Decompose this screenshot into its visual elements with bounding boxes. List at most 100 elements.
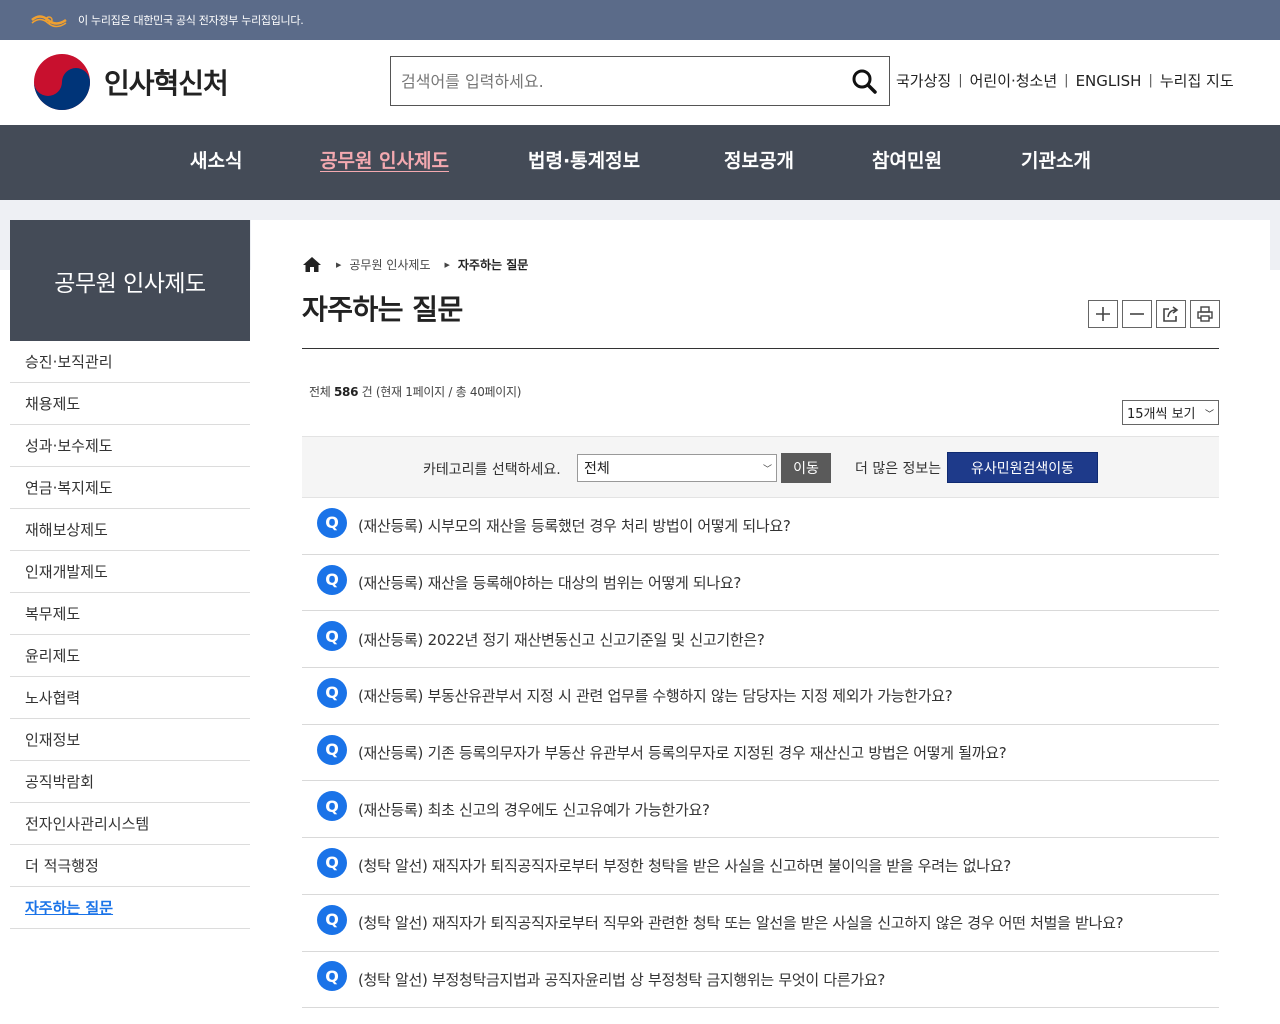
util-link-national-symbol[interactable]: 국가상징	[896, 70, 951, 91]
print-button[interactable]	[1190, 300, 1220, 328]
sidebar-item-proactive-admin[interactable]: 더 적극행정	[10, 845, 250, 887]
faq-question: (재산등록) 최초 신고의 경우에도 신고유예가 가능한가요?	[358, 800, 710, 819]
faq-question: (청탁 알선) 재직자가 퇴직공직자로부터 부정한 청탁을 받은 사실을 신고하…	[358, 857, 1011, 876]
faq-list: Q (재산등록) 시부모의 재산을 등록했던 경우 처리 방법이 어떻게 되나요?…	[302, 498, 1219, 1009]
util-link-sitemap[interactable]: 누리집 지도	[1160, 70, 1234, 91]
divider: |	[1148, 73, 1153, 88]
question-badge: Q	[317, 677, 347, 708]
search-icon	[852, 69, 877, 94]
question-badge: Q	[317, 961, 347, 992]
gnb-item-about[interactable]: 기관소개	[1021, 125, 1091, 200]
question-badge: Q	[317, 904, 347, 935]
question-badge: Q	[317, 621, 347, 652]
minus-icon	[1130, 313, 1144, 315]
question-badge: Q	[317, 847, 347, 878]
question-badge: Q	[317, 507, 347, 538]
gnb-item-info-disclosure[interactable]: 정보공개	[724, 125, 794, 200]
go-button[interactable]: 이동	[781, 453, 831, 483]
gov-banner: 이 누리집은 대한민국 공식 전자정부 누리집입니다.	[0, 0, 1280, 40]
main-content: ▶ 공무원 인사제도 ▶ 자주하는 질문 자주하는 질문 전체 586 건 (현…	[251, 220, 1270, 1024]
count-total: 586	[334, 385, 359, 399]
page-title: 자주하는 질문	[302, 293, 463, 326]
category-select[interactable]: 전체 ﹀	[577, 454, 777, 482]
government-symbol-icon	[31, 15, 67, 28]
faq-item[interactable]: Q (재산등록) 최초 신고의 경우에도 신고유예가 가능한가요?	[302, 781, 1219, 839]
count-prefix: 전체	[309, 385, 334, 399]
sidebar-item-labor-relations[interactable]: 노사협력	[10, 677, 250, 719]
util-link-english[interactable]: ENGLISH	[1076, 72, 1142, 90]
breadcrumb: ▶ 공무원 인사제도 ▶ 자주하는 질문	[302, 256, 528, 273]
per-page-select[interactable]: 15개씩 보기 ﹀	[1122, 400, 1219, 425]
faq-item[interactable]: Q (재산등록) 부동산유관부서 지정 시 관련 업무를 수행하지 않는 담당자는…	[302, 668, 1219, 725]
site-header: 인사혁신처 국가상징 | 어린이·청소년 | ENGLISH | 누리집 지도	[0, 40, 1280, 125]
category-selected-value: 전체	[584, 461, 610, 477]
site-logo[interactable]: 인사혁신처	[32, 52, 229, 112]
result-count: 전체 586 건 (현재 1페이지 / 총 40페이지)	[309, 383, 521, 400]
divider: |	[1064, 73, 1069, 88]
faq-question: (청탁 알선) 부정청탁금지법과 공직자윤리법 상 부정청탁 금지행위는 무엇이…	[358, 970, 886, 989]
logo-text: 인사혁신처	[104, 67, 229, 100]
gnb-item-law-statistics[interactable]: 법령·통계정보	[528, 125, 640, 200]
faq-item[interactable]: Q (재산등록) 재산을 등록해야하는 대상의 범위는 어떻게 되나요?	[302, 555, 1219, 612]
gov-banner-text: 이 누리집은 대한민국 공식 전자정부 누리집입니다.	[78, 14, 304, 27]
chevron-down-icon: ﹀	[1204, 410, 1214, 420]
faq-item[interactable]: Q (청탁 알선) 재직자가 퇴직공직자로부터 부정한 청탁을 받은 사실을 신고…	[302, 838, 1219, 895]
sidebar-item-e-hr-system[interactable]: 전자인사관리시스템	[10, 803, 250, 845]
faq-question: (재산등록) 부동산유관부서 지정 시 관련 업무를 수행하지 않는 담당자는 …	[358, 687, 953, 706]
utility-links: 국가상징 | 어린이·청소년 | ENGLISH | 누리집 지도	[896, 70, 1234, 91]
sidebar-item-faq[interactable]: 자주하는 질문	[10, 887, 250, 929]
sidebar-item-talent-info[interactable]: 인재정보	[10, 719, 250, 761]
faq-item[interactable]: Q (재산등록) 시부모의 재산을 등록했던 경우 처리 방법이 어떻게 되나요?	[302, 498, 1219, 555]
sidebar-item-promotion[interactable]: 승진·보직관리	[10, 341, 250, 383]
gnb-item-participation[interactable]: 참여민원	[872, 125, 942, 200]
plus-icon	[1096, 307, 1110, 321]
print-icon	[1197, 306, 1213, 322]
divider: |	[958, 73, 963, 88]
faq-question: (재산등록) 2022년 정기 재산변동신고 신고기준일 및 신고기한은?	[358, 630, 765, 649]
zoom-in-button[interactable]	[1088, 300, 1118, 328]
search-box	[390, 56, 890, 106]
category-filter: 카테고리를 선택하세요. 전체 ﹀ 이동 더 많은 정보는 유사민원검색이동	[302, 436, 1219, 498]
share-button[interactable]	[1156, 300, 1186, 328]
zoom-out-button[interactable]	[1122, 300, 1152, 328]
taegeuk-logo-icon	[34, 54, 90, 110]
faq-item[interactable]: Q (재산등록) 기존 등록의무자가 부동산 유관부서 등록의무자로 지정된 경우…	[302, 725, 1219, 782]
search-input[interactable]	[391, 57, 839, 105]
breadcrumb-arrow-icon: ▶	[336, 260, 342, 269]
question-badge: Q	[317, 564, 347, 595]
home-icon[interactable]	[302, 256, 322, 273]
sidebar-item-accident-compensation[interactable]: 재해보상제도	[10, 509, 250, 551]
sidebar: 공무원 인사제도 승진·보직관리 채용제도 성과·보수제도 연금·복지제도 재해…	[10, 220, 250, 1024]
sidebar-item-talent-development[interactable]: 인재개발제도	[10, 551, 250, 593]
sidebar-item-pension-welfare[interactable]: 연금·복지제도	[10, 467, 250, 509]
search-button[interactable]	[839, 57, 889, 105]
question-badge: Q	[317, 791, 347, 822]
gnb-item-personnel-system[interactable]: 공무원 인사제도	[320, 125, 449, 200]
similar-complaint-search-button[interactable]: 유사민원검색이동	[947, 452, 1098, 483]
breadcrumb-current: 자주하는 질문	[457, 258, 529, 272]
per-page-value: 15개씩 보기	[1127, 407, 1196, 422]
sidebar-item-job-fair[interactable]: 공직박람회	[10, 761, 250, 803]
sidebar-item-performance-pay[interactable]: 성과·보수제도	[10, 425, 250, 467]
more-info-label: 더 많은 정보는	[855, 461, 942, 477]
faq-item[interactable]: Q (청탁 알선) 재직자가 퇴직공직자로부터 직무와 관련한 청탁 또는 알선을…	[302, 895, 1219, 952]
breadcrumb-arrow-icon: ▶	[444, 260, 450, 269]
count-suffix: 건 (현재 1페이지 / 총 40페이지)	[358, 385, 522, 399]
sidebar-menu: 승진·보직관리 채용제도 성과·보수제도 연금·복지제도 재해보상제도 인재개발…	[10, 341, 250, 929]
sidebar-title: 공무원 인사제도	[10, 220, 250, 341]
faq-item[interactable]: Q (청탁 알선) 부정청탁금지법과 공직자윤리법 상 부정청탁 금지행위는 무엇…	[302, 952, 1219, 1009]
faq-question: (재산등록) 재산을 등록해야하는 대상의 범위는 어떻게 되나요?	[358, 574, 742, 593]
faq-question: (재산등록) 시부모의 재산을 등록했던 경우 처리 방법이 어떻게 되나요?	[358, 517, 791, 536]
sidebar-item-ethics[interactable]: 윤리제도	[10, 635, 250, 677]
sidebar-item-recruitment[interactable]: 채용제도	[10, 383, 250, 425]
category-label: 카테고리를 선택하세요.	[423, 462, 561, 478]
faq-item[interactable]: Q (재산등록) 2022년 정기 재산변동신고 신고기준일 및 신고기한은?	[302, 611, 1219, 669]
gnb-item-news[interactable]: 새소식	[190, 125, 242, 200]
breadcrumb-level1[interactable]: 공무원 인사제도	[349, 256, 430, 273]
sidebar-item-service-rules[interactable]: 복무제도	[10, 593, 250, 635]
share-icon	[1163, 306, 1179, 322]
title-divider	[302, 348, 1219, 349]
faq-question: (재산등록) 기존 등록의무자가 부동산 유관부서 등록의무자로 지정된 경우 …	[358, 744, 1007, 763]
page-tools	[1088, 300, 1220, 328]
util-link-kids[interactable]: 어린이·청소년	[970, 70, 1058, 91]
